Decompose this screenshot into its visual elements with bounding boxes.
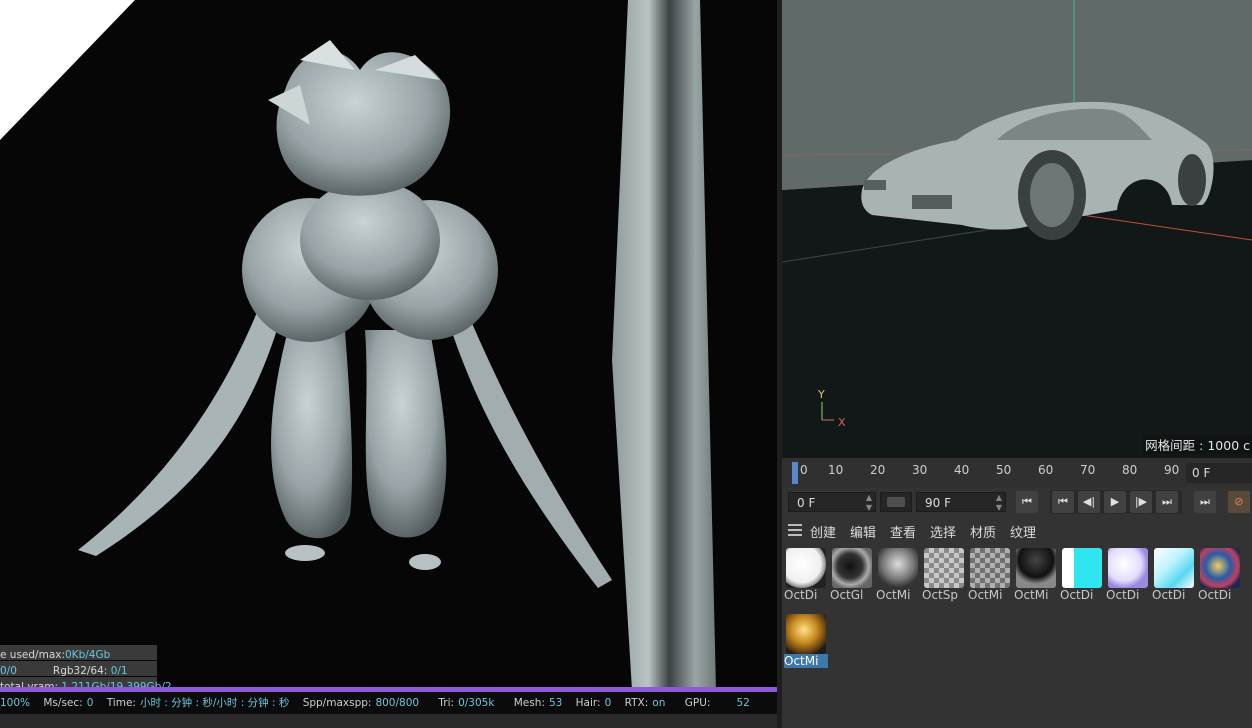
timeline-tick: 20 — [870, 463, 886, 477]
menu-edit[interactable]: 编辑 — [850, 522, 876, 541]
timeline-tick: 30 — [912, 463, 928, 477]
timeline-tick: 10 — [828, 463, 844, 477]
right-foot — [409, 554, 441, 570]
material-swatch[interactable]: OctDi — [1198, 548, 1242, 602]
stats-memory-row: e used/max:0Kb/4Gb — [0, 645, 157, 661]
material-preview-cyan-pattern — [1154, 548, 1194, 588]
material-swatch-selected[interactable]: OctMi — [784, 614, 828, 668]
material-swatch[interactable]: OctMi — [1014, 548, 1058, 602]
render-status-bar: 100% Ms/sec: 0 Time: 小时 : 分钟 : 秒/小时 : 分钟 :… — [0, 692, 777, 714]
play-icon: ▶ — [1110, 495, 1120, 508]
material-manager-menu: 创建 编辑 查看 选择 材质 纹理 — [782, 518, 1252, 544]
render-scene — [78, 0, 716, 690]
material-preview-cyan — [1062, 548, 1102, 588]
playhead-marker[interactable] — [792, 462, 798, 484]
puffer-center — [300, 180, 440, 300]
material-preview-dark-glossy — [832, 548, 872, 588]
step-forward-button[interactable]: |▶ — [1130, 491, 1152, 513]
timeline-tick: 60 — [1038, 463, 1054, 477]
menu-texture[interactable]: 纹理 — [1010, 522, 1036, 541]
menu-create[interactable]: 创建 — [810, 522, 836, 541]
status-percent: 100% — [0, 697, 31, 709]
material-swatch[interactable]: OctDi — [1106, 548, 1150, 602]
timeline-tick: 50 — [996, 463, 1012, 477]
viewer-bottom-strip — [0, 714, 777, 728]
current-frame-field[interactable]: 0 F — [1186, 463, 1252, 483]
material-preview-lavender — [1108, 548, 1148, 588]
material-swatch[interactable]: OctGl — [830, 548, 874, 602]
viewport-scene: Y X — [782, 0, 1252, 458]
left-scarf — [78, 300, 280, 556]
material-preview-gold — [786, 614, 826, 654]
material-swatch[interactable]: OctMi — [968, 548, 1012, 602]
left-foot — [285, 545, 325, 561]
go-to-start-button[interactable]: ⏮ — [1016, 491, 1038, 513]
start-frame-field[interactable]: 0 F ▲ ▼ — [788, 492, 876, 512]
curtain-shape — [612, 0, 716, 690]
grid-spacing-label: 网格间距 : 1000 c — [1143, 435, 1252, 454]
skip-end-icon: ⏭ — [1162, 495, 1172, 508]
skip-start-icon: ⏮ — [1058, 495, 1068, 508]
timeline-tick: 40 — [954, 463, 970, 477]
material-preview-colorful — [1200, 548, 1240, 588]
material-swatch[interactable]: OctDi — [1152, 548, 1196, 602]
end-frame-field[interactable]: 90 F ▲ ▼ — [916, 492, 1006, 512]
octane-live-viewer[interactable]: e used/max:0Kb/4Gb 0/0Rgb32/64: 0/1 tota… — [0, 0, 777, 728]
range-slider[interactable] — [880, 492, 912, 512]
material-swatch[interactable]: OctSp — [922, 548, 966, 602]
hamburger-menu-icon[interactable] — [788, 524, 802, 536]
menu-view[interactable]: 查看 — [890, 522, 916, 541]
material-preview-checker-light — [924, 548, 964, 588]
stats-texture-row: 0/0 Rgb32/64: 0/1 — [0, 661, 157, 677]
material-swatch[interactable]: OctMi — [876, 548, 920, 602]
step-back-button[interactable]: ◀| — [1078, 491, 1100, 513]
material-preview-checker-gray — [970, 548, 1010, 588]
material-preview-dark-checker — [1016, 548, 1056, 588]
right-scarf — [448, 300, 612, 588]
right-leg — [365, 330, 447, 538]
material-swatch[interactable]: OctDi — [1060, 548, 1104, 602]
timeline-tick: 70 — [1080, 463, 1096, 477]
skip-end-icon: ⏭ — [1200, 495, 1210, 508]
timeline-tick: 90 — [1164, 463, 1180, 477]
step-forward-icon: |▶ — [1134, 495, 1148, 508]
material-preview-checker-dark — [878, 548, 918, 588]
play-button[interactable]: ▶ — [1104, 491, 1126, 513]
material-grid: OctDi OctGl OctMi OctSp OctMi OctMi OctD… — [782, 544, 1252, 728]
timeline-tick: 0 — [800, 463, 808, 477]
step-back-icon: ◀| — [1082, 495, 1096, 508]
skip-start-icon: ⏮ — [1022, 495, 1032, 508]
3d-viewport[interactable]: Y X 网格间距 : 1000 c — [782, 0, 1252, 458]
rear-wheel — [1178, 154, 1206, 206]
menu-select[interactable]: 选择 — [930, 522, 956, 541]
timeline-ruler[interactable]: 0 10 20 30 40 50 60 70 80 90 0 F — [782, 458, 1252, 488]
record-key-icon: ⊘ — [1234, 495, 1244, 508]
material-preview-white — [786, 548, 826, 588]
left-leg — [271, 330, 353, 539]
go-to-end-button[interactable]: ⏭ — [1194, 491, 1216, 513]
record-button[interactable]: ⊘ — [1228, 491, 1250, 513]
axis-x-label: X — [838, 416, 846, 429]
axis-y-label: Y — [817, 388, 825, 401]
previous-key-button[interactable]: ⏮ — [1052, 491, 1074, 513]
transport-controls: 0 F ▲ ▼ 90 F ▲ ▼ ⏮ ⏮ ◀| ▶ |▶ ⏭ ⏭ ⊘ — [782, 488, 1252, 518]
next-key-button[interactable]: ⏭ — [1156, 491, 1178, 513]
timeline-tick: 80 — [1122, 463, 1138, 477]
material-swatch[interactable]: OctDi — [784, 548, 828, 602]
menu-material[interactable]: 材质 — [970, 522, 996, 541]
